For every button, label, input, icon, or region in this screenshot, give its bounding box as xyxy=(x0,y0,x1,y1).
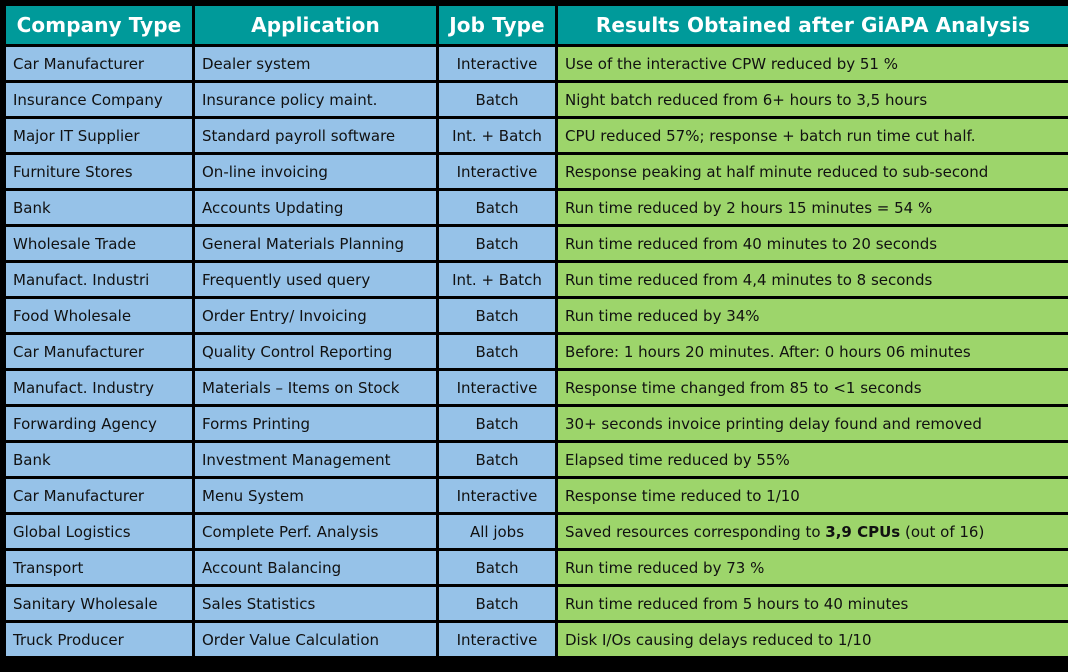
cell-results: Run time reduced by 2 hours 15 minutes =… xyxy=(558,191,1068,224)
cell-results: CPU reduced 57%; response + batch run ti… xyxy=(558,119,1068,152)
cell-job-type: Int. + Batch xyxy=(439,263,555,296)
cell-company-type: Transport xyxy=(6,551,192,584)
cell-job-type: Interactive xyxy=(439,155,555,188)
cell-job-type: Interactive xyxy=(439,623,555,656)
cell-results: Before: 1 hours 20 minutes. After: 0 hou… xyxy=(558,335,1068,368)
cell-job-type: Batch xyxy=(439,191,555,224)
cell-company-type: Global Logistics xyxy=(6,515,192,548)
cell-application: Frequently used query xyxy=(195,263,436,296)
table-header: Company Type Application Job Type Result… xyxy=(6,6,1068,44)
cell-application: Order Value Calculation xyxy=(195,623,436,656)
results-emphasis: 3,9 CPUs xyxy=(825,522,901,541)
cell-company-type: Forwarding Agency xyxy=(6,407,192,440)
cell-company-type: Manufact. Industry xyxy=(6,371,192,404)
cell-results: Elapsed time reduced by 55% xyxy=(558,443,1068,476)
cell-job-type: All jobs xyxy=(439,515,555,548)
cell-job-type: Interactive xyxy=(439,47,555,80)
cell-company-type: Manufact. Industri xyxy=(6,263,192,296)
cell-company-type: Furniture Stores xyxy=(6,155,192,188)
cell-results: Run time reduced by 73 % xyxy=(558,551,1068,584)
cell-application: Materials – Items on Stock xyxy=(195,371,436,404)
cell-application: Sales Statistics xyxy=(195,587,436,620)
cell-results: Response time changed from 85 to <1 seco… xyxy=(558,371,1068,404)
cell-company-type: Sanitary Wholesale xyxy=(6,587,192,620)
cell-job-type: Batch xyxy=(439,443,555,476)
table-row: Furniture Stores On-line invoicing Interac… xyxy=(6,155,1068,188)
table-row: Transport Account Balancing Batch Run time … xyxy=(6,551,1068,584)
cell-company-type: Food Wholesale xyxy=(6,299,192,332)
cell-job-type: Batch xyxy=(439,299,555,332)
cell-application: Standard payroll software xyxy=(195,119,436,152)
cell-company-type: Car Manufacturer xyxy=(6,335,192,368)
cell-application: Investment Management xyxy=(195,443,436,476)
cell-application: Quality Control Reporting xyxy=(195,335,436,368)
results-text: Saved resources corresponding to xyxy=(565,522,826,541)
cell-results: Run time reduced by 34% xyxy=(558,299,1068,332)
cell-results: Night batch reduced from 6+ hours to 3,5… xyxy=(558,83,1068,116)
cell-job-type: Batch xyxy=(439,335,555,368)
cell-results: Saved resources corresponding to 3,9 CPU… xyxy=(558,515,1068,548)
table-row: Truck Producer Order Value Calculation Int… xyxy=(6,623,1068,656)
cell-results: Run time reduced from 5 hours to 40 minu… xyxy=(558,587,1068,620)
table-row: Insurance Company Insurance policy maint.… xyxy=(6,83,1068,116)
cell-application: Account Balancing xyxy=(195,551,436,584)
table-row: Food Wholesale Order Entry/ Invoicing Batc… xyxy=(6,299,1068,332)
cell-company-type: Wholesale Trade xyxy=(6,227,192,260)
cell-results: Disk I/Os causing delays reduced to 1/10 xyxy=(558,623,1068,656)
cell-job-type: Batch xyxy=(439,407,555,440)
table-row: Sanitary Wholesale Sales Statistics Batch R… xyxy=(6,587,1068,620)
cell-application: On-line invoicing xyxy=(195,155,436,188)
cell-results: Response time reduced to 1/10 xyxy=(558,479,1068,512)
cell-company-type: Truck Producer xyxy=(6,623,192,656)
cell-job-type: Int. + Batch xyxy=(439,119,555,152)
table-row: Car Manufacturer Dealer system Interactive… xyxy=(6,47,1068,80)
cell-application: Accounts Updating xyxy=(195,191,436,224)
cell-company-type: Bank xyxy=(6,191,192,224)
table-row: Car Manufacturer Menu System Interactive Re… xyxy=(6,479,1068,512)
cell-job-type: Batch xyxy=(439,227,555,260)
table-row: Car Manufacturer Quality Control Reportin… xyxy=(6,335,1068,368)
table-row: Major IT Supplier Standard payroll softwa… xyxy=(6,119,1068,152)
table-body: Car Manufacturer Dealer system Interactive… xyxy=(6,47,1068,656)
cell-application: General Materials Planning xyxy=(195,227,436,260)
header-row: Company Type Application Job Type Result… xyxy=(6,6,1068,44)
results-table-container: Company Type Application Job Type Result… xyxy=(0,0,1068,672)
cell-job-type: Batch xyxy=(439,551,555,584)
table-row: Wholesale Trade General Materials Plannin… xyxy=(6,227,1068,260)
table-row: Manufact. Industri Frequently used query I… xyxy=(6,263,1068,296)
cell-application: Menu System xyxy=(195,479,436,512)
results-text: (out of 16) xyxy=(900,522,985,541)
cell-job-type: Batch xyxy=(439,587,555,620)
cell-results: Run time reduced from 4,4 minutes to 8 s… xyxy=(558,263,1068,296)
cell-company-type: Bank xyxy=(6,443,192,476)
cell-job-type: Batch xyxy=(439,83,555,116)
cell-company-type: Car Manufacturer xyxy=(6,479,192,512)
column-header-company-type: Company Type xyxy=(6,6,192,44)
cell-company-type: Major IT Supplier xyxy=(6,119,192,152)
table-row: Global Logistics Complete Perf. Analysis A… xyxy=(6,515,1068,548)
table-row: Bank Accounts Updating Batch Run time reduc… xyxy=(6,191,1068,224)
cell-company-type: Insurance Company xyxy=(6,83,192,116)
cell-results: Run time reduced from 40 minutes to 20 s… xyxy=(558,227,1068,260)
table-row: Forwarding Agency Forms Printing Batch 30+ … xyxy=(6,407,1068,440)
cell-company-type: Car Manufacturer xyxy=(6,47,192,80)
column-header-application: Application xyxy=(195,6,436,44)
cell-results: 30+ seconds invoice printing delay found… xyxy=(558,407,1068,440)
giapa-results-table: Company Type Application Job Type Result… xyxy=(3,3,1068,659)
cell-job-type: Interactive xyxy=(439,479,555,512)
column-header-job-type: Job Type xyxy=(439,6,555,44)
table-row: Bank Investment Management Batch Elapsed ti… xyxy=(6,443,1068,476)
cell-application: Complete Perf. Analysis xyxy=(195,515,436,548)
cell-results: Use of the interactive CPW reduced by 51… xyxy=(558,47,1068,80)
cell-application: Order Entry/ Invoicing xyxy=(195,299,436,332)
column-header-results: Results Obtained after GiAPA Analysis xyxy=(558,6,1068,44)
cell-application: Dealer system xyxy=(195,47,436,80)
cell-job-type: Interactive xyxy=(439,371,555,404)
cell-application: Insurance policy maint. xyxy=(195,83,436,116)
cell-application: Forms Printing xyxy=(195,407,436,440)
table-row: Manufact. Industry Materials – Items on S… xyxy=(6,371,1068,404)
cell-results: Response peaking at half minute reduced … xyxy=(558,155,1068,188)
